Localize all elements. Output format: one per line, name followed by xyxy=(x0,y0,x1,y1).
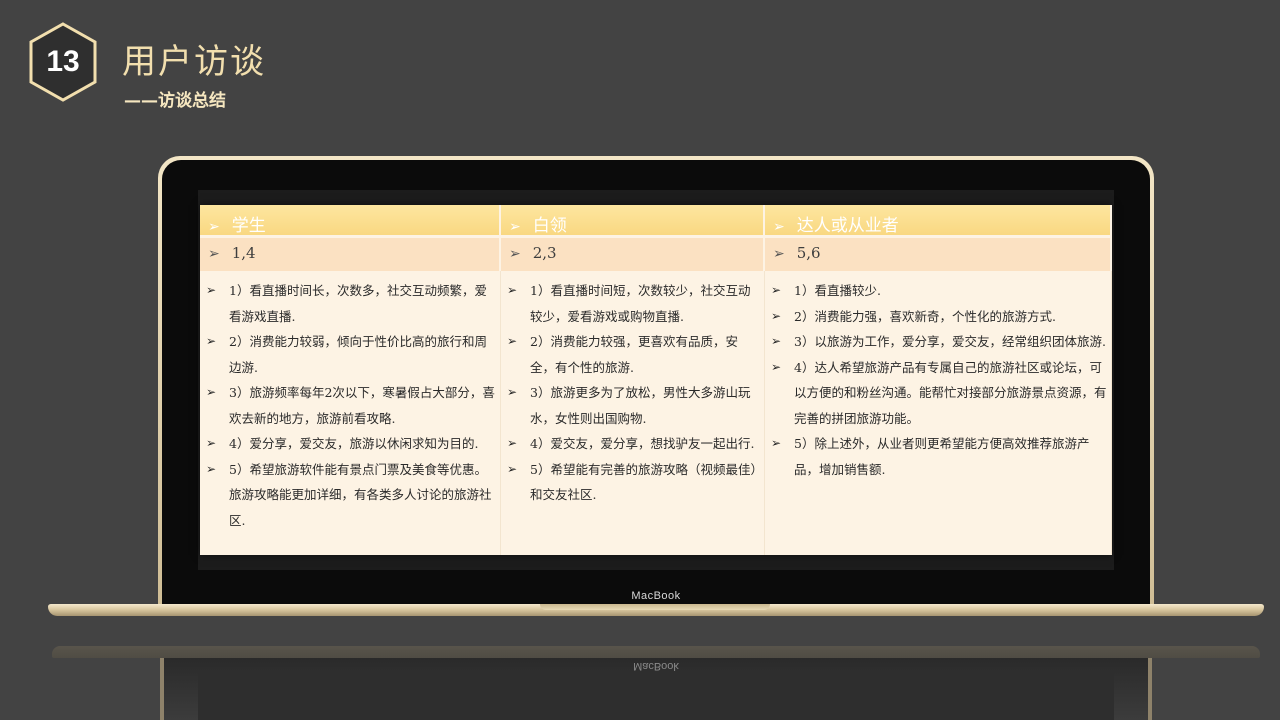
list-item: ➢ 3）以旅游为工作，爱分享，爱交友，经常组织团体旅游. xyxy=(771,329,1107,355)
list-item: ➢ 1）看直播时间长，次数多，社交互动频繁，爱看游戏直播. xyxy=(206,278,496,329)
list-item: ➢ 5）希望旅游软件能有景点门票及美食等优惠。旅游攻略能更加详细，有各类多人讨论的… xyxy=(206,457,496,534)
column-numbers-expert: ➢ 5,6 xyxy=(765,238,1112,271)
arrow-bullet-icon: ➢ xyxy=(507,436,518,450)
arrow-bullet-icon: ➢ xyxy=(507,283,518,297)
laptop-reflection-screen xyxy=(198,672,1114,720)
arrow-bullet-icon: ➢ xyxy=(509,219,521,235)
column-body-student: ➢ 1）看直播时间长，次数多，社交互动频繁，爱看游戏直播. ➢ 2）消费能力较弱，倾… xyxy=(200,271,501,555)
laptop-brand-label: MacBook xyxy=(631,590,681,602)
list-item: ➢ 4）爱交友，爱分享，想找驴友一起出行. xyxy=(507,431,760,457)
arrow-bullet-icon: ➢ xyxy=(208,219,220,235)
section-badge: 13 xyxy=(28,22,98,102)
arrow-bullet-icon: ➢ xyxy=(206,334,217,348)
arrow-bullet-icon: ➢ xyxy=(208,246,220,262)
column-numbers-label: 1,4 xyxy=(231,244,256,262)
arrow-bullet-icon: ➢ xyxy=(509,246,521,262)
arrow-bullet-icon: ➢ xyxy=(771,308,782,323)
column-body-white-collar: ➢ 1）看直播时间短，次数较少，社交互动较少，爱看游戏或购物直播. ➢ 2）消费能力… xyxy=(501,271,765,555)
list-item: ➢ 4）爱分享，爱交友，旅游以休闲求知为目的. xyxy=(206,431,496,457)
arrow-bullet-icon: ➢ xyxy=(206,283,217,297)
column-heading-label: 学生 xyxy=(231,216,266,236)
arrow-bullet-icon: ➢ xyxy=(206,461,217,476)
column-body-expert: ➢ 1）看直播较少. ➢ 2）消费能力强，喜欢新奇，个性化的旅游方式. ➢ 3）以旅游… xyxy=(765,271,1112,555)
arrow-bullet-icon: ➢ xyxy=(206,385,217,399)
page-subtitle: ——访谈总结 xyxy=(124,91,226,111)
arrow-bullet-icon: ➢ xyxy=(771,334,782,348)
list-item: ➢ 1）看直播较少. xyxy=(771,278,1107,304)
arrow-bullet-icon: ➢ xyxy=(206,436,217,450)
section-number: 13 xyxy=(46,45,80,78)
column-heading-white-collar: ➢ 白领 xyxy=(501,205,765,238)
column-heading-expert: ➢ 达人或从业者 xyxy=(765,205,1112,238)
arrow-bullet-icon: ➢ xyxy=(507,385,518,399)
arrow-bullet-icon: ➢ xyxy=(771,283,782,297)
list-item: ➢ 2）消费能力较强，更喜欢有品质，安全，有个性的旅游. xyxy=(507,329,760,380)
column-numbers-label: 5,6 xyxy=(796,244,821,262)
arrow-bullet-icon: ➢ xyxy=(771,436,782,450)
list-item: ➢ 5）希望能有完善的旅游攻略（视频最佳）和交友社区. xyxy=(507,457,760,508)
interview-summary-table: ➢ 学生 ➢ 白领 ➢ 达人或从业者 ➢ 1,4 ➢ 2,3 ➢ 5,6 ➢ 1）看直播时间长… xyxy=(200,205,1112,555)
column-heading-label: 白领 xyxy=(532,216,567,236)
column-numbers-label: 2,3 xyxy=(532,244,557,262)
list-item: ➢ 5）除上述外，从业者则更希望能方便高效推荐旅游产品，增加销售额. xyxy=(771,431,1107,482)
list-item: ➢ 3）旅游更多为了放松，男性大多游山玩水，女性则出国购物. xyxy=(507,380,760,431)
column-numbers-student: ➢ 1,4 xyxy=(200,238,501,271)
arrow-bullet-icon: ➢ xyxy=(507,334,518,348)
arrow-bullet-icon: ➢ xyxy=(773,219,785,235)
laptop-notch xyxy=(540,604,770,610)
page-title: 用户访谈 xyxy=(122,42,266,82)
arrow-bullet-icon: ➢ xyxy=(773,246,785,262)
arrow-bullet-icon: ➢ xyxy=(507,461,518,476)
column-numbers-white-collar: ➢ 2,3 xyxy=(501,238,765,271)
list-item: ➢ 2）消费能力较弱，倾向于性价比高的旅行和周边游. xyxy=(206,329,496,380)
column-heading-label: 达人或从业者 xyxy=(796,216,899,236)
list-item: ➢ 4）达人希望旅游产品有专属自己的旅游社区或论坛，可以方便的和粉丝沟通。能帮忙对… xyxy=(771,355,1107,432)
list-item: ➢ 3）旅游频率每年2次以下，寒暑假占大部分，喜欢去新的地方，旅游前看攻略. xyxy=(206,380,496,431)
list-item: ➢ 1）看直播时间短，次数较少，社交互动较少，爱看游戏或购物直播. xyxy=(507,278,760,329)
laptop-reflection-base xyxy=(52,646,1260,658)
laptop-reflection-brand: MacBook xyxy=(633,660,679,672)
column-heading-student: ➢ 学生 xyxy=(200,205,501,238)
arrow-bullet-icon: ➢ xyxy=(771,359,782,374)
list-item: ➢ 2）消费能力强，喜欢新奇，个性化的旅游方式. xyxy=(771,304,1107,330)
